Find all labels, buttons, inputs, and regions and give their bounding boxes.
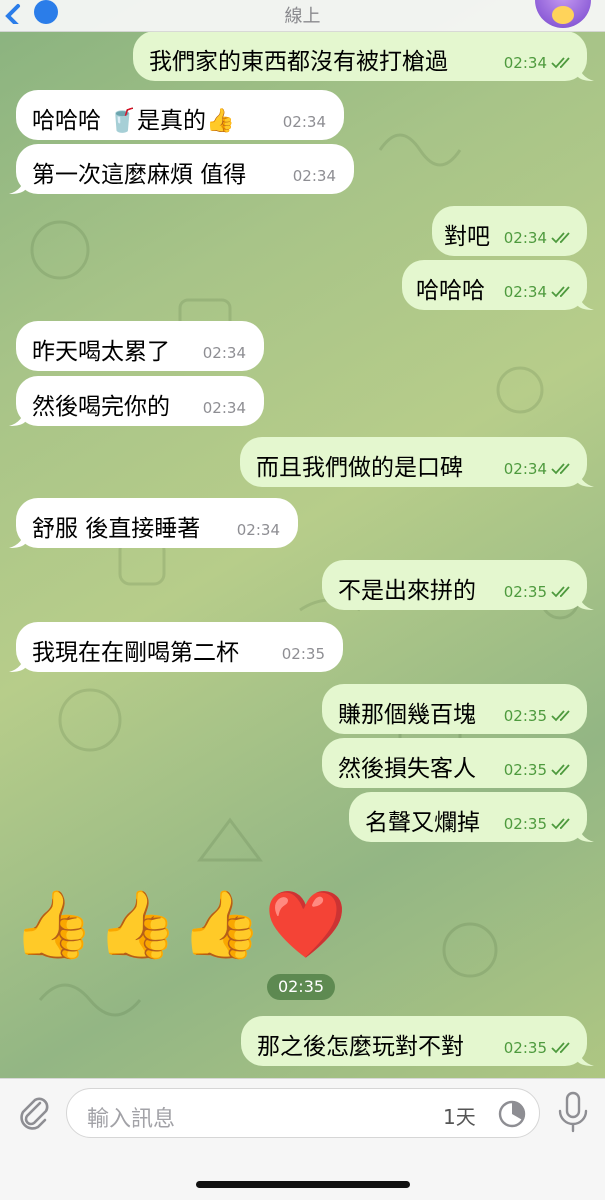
message-time: 02:34 — [503, 54, 547, 72]
emoji-message-time: 02:35 — [267, 974, 335, 1000]
double-check-icon — [551, 286, 570, 298]
message-bubble-incoming[interactable]: 昨天喝太累了 02:34 — [16, 321, 264, 371]
message-time: 02:34 — [503, 460, 547, 478]
double-check-icon — [551, 57, 570, 69]
double-check-icon — [551, 764, 570, 776]
message-time: 02:35 — [503, 583, 547, 601]
bubble-tail — [578, 1048, 594, 1066]
message-text: 昨天喝太累了 — [32, 339, 170, 365]
message-text: 對吧 — [444, 224, 490, 250]
message-text: 我現在在剛喝第二杯 — [32, 640, 239, 666]
message-list: 我們家的東西都沒有被打槍過 02:34 哈哈哈 🥤是真的👍 02:34 第一次這… — [0, 0, 605, 1078]
message-bubble-outgoing[interactable]: 賺那個幾百塊 02:35 — [322, 684, 587, 734]
paperclip-icon[interactable] — [14, 1093, 54, 1133]
message-time: 02:34 — [202, 344, 246, 362]
bubble-tail — [578, 824, 594, 842]
message-bubble-outgoing[interactable]: 而且我們做的是口碑 02:34 — [240, 437, 594, 487]
message-time: 02:35 — [503, 707, 547, 725]
bubble-tail — [9, 408, 25, 426]
message-text: 然後損失客人 — [338, 756, 476, 782]
message-input-placeholder: 輸入訊息 — [87, 1107, 176, 1132]
message-bubble-incoming[interactable]: 然後喝完你的 02:34 — [9, 376, 264, 426]
message-text: 不是出來拼的 — [338, 578, 476, 604]
message-input[interactable]: 輸入訊息 1天 — [66, 1088, 540, 1138]
message-text: 舒服 後直接睡著 — [32, 516, 201, 542]
bubble-tail — [9, 176, 25, 194]
message-text: 然後喝完你的 — [32, 394, 170, 420]
bubble-tail — [578, 292, 594, 310]
message-time: 02:35 — [281, 645, 325, 663]
double-check-icon — [551, 1042, 570, 1054]
message-bubble-outgoing[interactable]: 那之後怎麼玩對不對 02:35 — [241, 1016, 594, 1066]
message-text: 那之後怎麼玩對不對 — [257, 1034, 464, 1060]
message-bubble-incoming[interactable]: 第一次這麼麻煩 值得 02:34 — [9, 144, 354, 194]
message-text: 哈哈哈 — [416, 278, 485, 304]
bubble-tail — [9, 530, 25, 548]
double-check-icon — [551, 463, 570, 475]
message-bubble-incoming[interactable]: 哈哈哈 🥤是真的👍 02:34 — [16, 90, 344, 140]
bubble-tail — [578, 592, 594, 610]
double-check-icon — [551, 818, 570, 830]
bubble-tail — [9, 654, 25, 672]
message-time: 02:35 — [503, 761, 547, 779]
message-bubble-outgoing[interactable]: 我們家的東西都沒有被打槍過 02:34 — [133, 31, 594, 81]
message-text: 名聲又爛掉 — [365, 810, 480, 836]
double-check-icon — [551, 586, 570, 598]
message-bubble-incoming[interactable]: 我現在在剛喝第二杯 02:35 — [9, 622, 343, 672]
message-time: 02:35 — [503, 815, 547, 833]
message-text: 哈哈哈 🥤是真的👍 — [32, 108, 235, 134]
message-text: 第一次這麼麻煩 值得 — [32, 162, 247, 188]
message-time: 02:34 — [503, 283, 547, 301]
message-time: 02:34 — [292, 167, 336, 185]
message-bubble-outgoing[interactable]: 對吧 02:34 — [432, 206, 587, 256]
message-bubble-outgoing[interactable]: 然後損失客人 02:35 — [322, 738, 587, 788]
double-check-icon — [551, 232, 570, 244]
chat-header: 線上 — [0, 0, 605, 32]
message-time: 02:35 — [503, 1039, 547, 1057]
contact-status: 線上 — [284, 6, 321, 27]
message-time: 02:34 — [236, 521, 280, 539]
message-time: 02:34 — [282, 113, 326, 131]
double-check-icon — [551, 710, 570, 722]
message-bubble-outgoing[interactable]: 不是出來拼的 02:35 — [322, 560, 594, 610]
message-time: 02:34 — [503, 229, 547, 247]
message-text: 賺那個幾百塊 — [338, 702, 476, 728]
bubble-tail — [578, 63, 594, 81]
timer-icon[interactable] — [497, 1099, 527, 1129]
message-text: 我們家的東西都沒有被打槍過 — [149, 49, 448, 75]
bubble-tail — [578, 469, 594, 487]
message-input-bar: 輸入訊息 1天 — [0, 1078, 605, 1200]
microphone-icon[interactable] — [556, 1091, 590, 1133]
message-bubble-outgoing[interactable]: 哈哈哈 02:34 — [402, 260, 594, 310]
home-indicator — [196, 1181, 410, 1188]
message-text: 而且我們做的是口碑 — [256, 455, 463, 481]
message-bubble-outgoing[interactable]: 名聲又爛掉 02:35 — [349, 792, 594, 842]
message-bubble-incoming[interactable]: 舒服 後直接睡著 02:34 — [9, 498, 298, 548]
message-time: 02:34 — [202, 399, 246, 417]
emoji-message[interactable]: 👍👍👍❤️ — [12, 880, 349, 970]
auto-delete-timer-label[interactable]: 1天 — [443, 1101, 476, 1130]
